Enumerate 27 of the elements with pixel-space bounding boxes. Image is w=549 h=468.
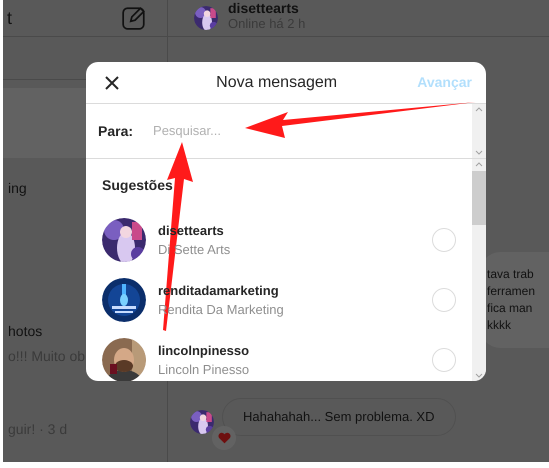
search-field[interactable]: Pesquisar...: [153, 121, 294, 141]
heart-icon: [218, 432, 230, 444]
message-text: ferramen: [487, 283, 536, 300]
select-radio[interactable]: [432, 288, 456, 312]
username: lincolnpinesso: [158, 342, 250, 360]
suggestion-item[interactable]: lincolnpinesso Lincoln Pinesso: [86, 330, 472, 381]
conversation-name: hotos: [8, 322, 42, 341]
scroll-up-icon[interactable]: [475, 161, 483, 167]
section-heading: Sugestões: [101, 176, 174, 195]
scroll-up-icon[interactable]: [475, 106, 483, 112]
close-icon: [104, 74, 120, 90]
conversation-name: ing: [8, 179, 27, 198]
scroll-down-icon[interactable]: [475, 373, 483, 379]
message-text: tava trab: [487, 266, 535, 283]
dialog-title: Nova mensagem: [215, 72, 338, 92]
scrollbar-thumb[interactable]: [472, 171, 486, 225]
scrollbar[interactable]: [472, 159, 486, 381]
scrollbar[interactable]: [472, 104, 486, 158]
compose-icon[interactable]: [121, 5, 147, 31]
select-radio[interactable]: [432, 348, 456, 372]
message-text: fica man: [487, 300, 534, 317]
message-text: kkkk: [487, 317, 512, 334]
select-radio[interactable]: [432, 228, 456, 252]
to-label: Para:: [98, 122, 134, 140]
message-text: Hahahahah... Sem problema. XD: [243, 409, 434, 424]
full-name: Lincoln Pinesso: [158, 361, 250, 379]
sidebar-title: t: [7, 6, 12, 30]
